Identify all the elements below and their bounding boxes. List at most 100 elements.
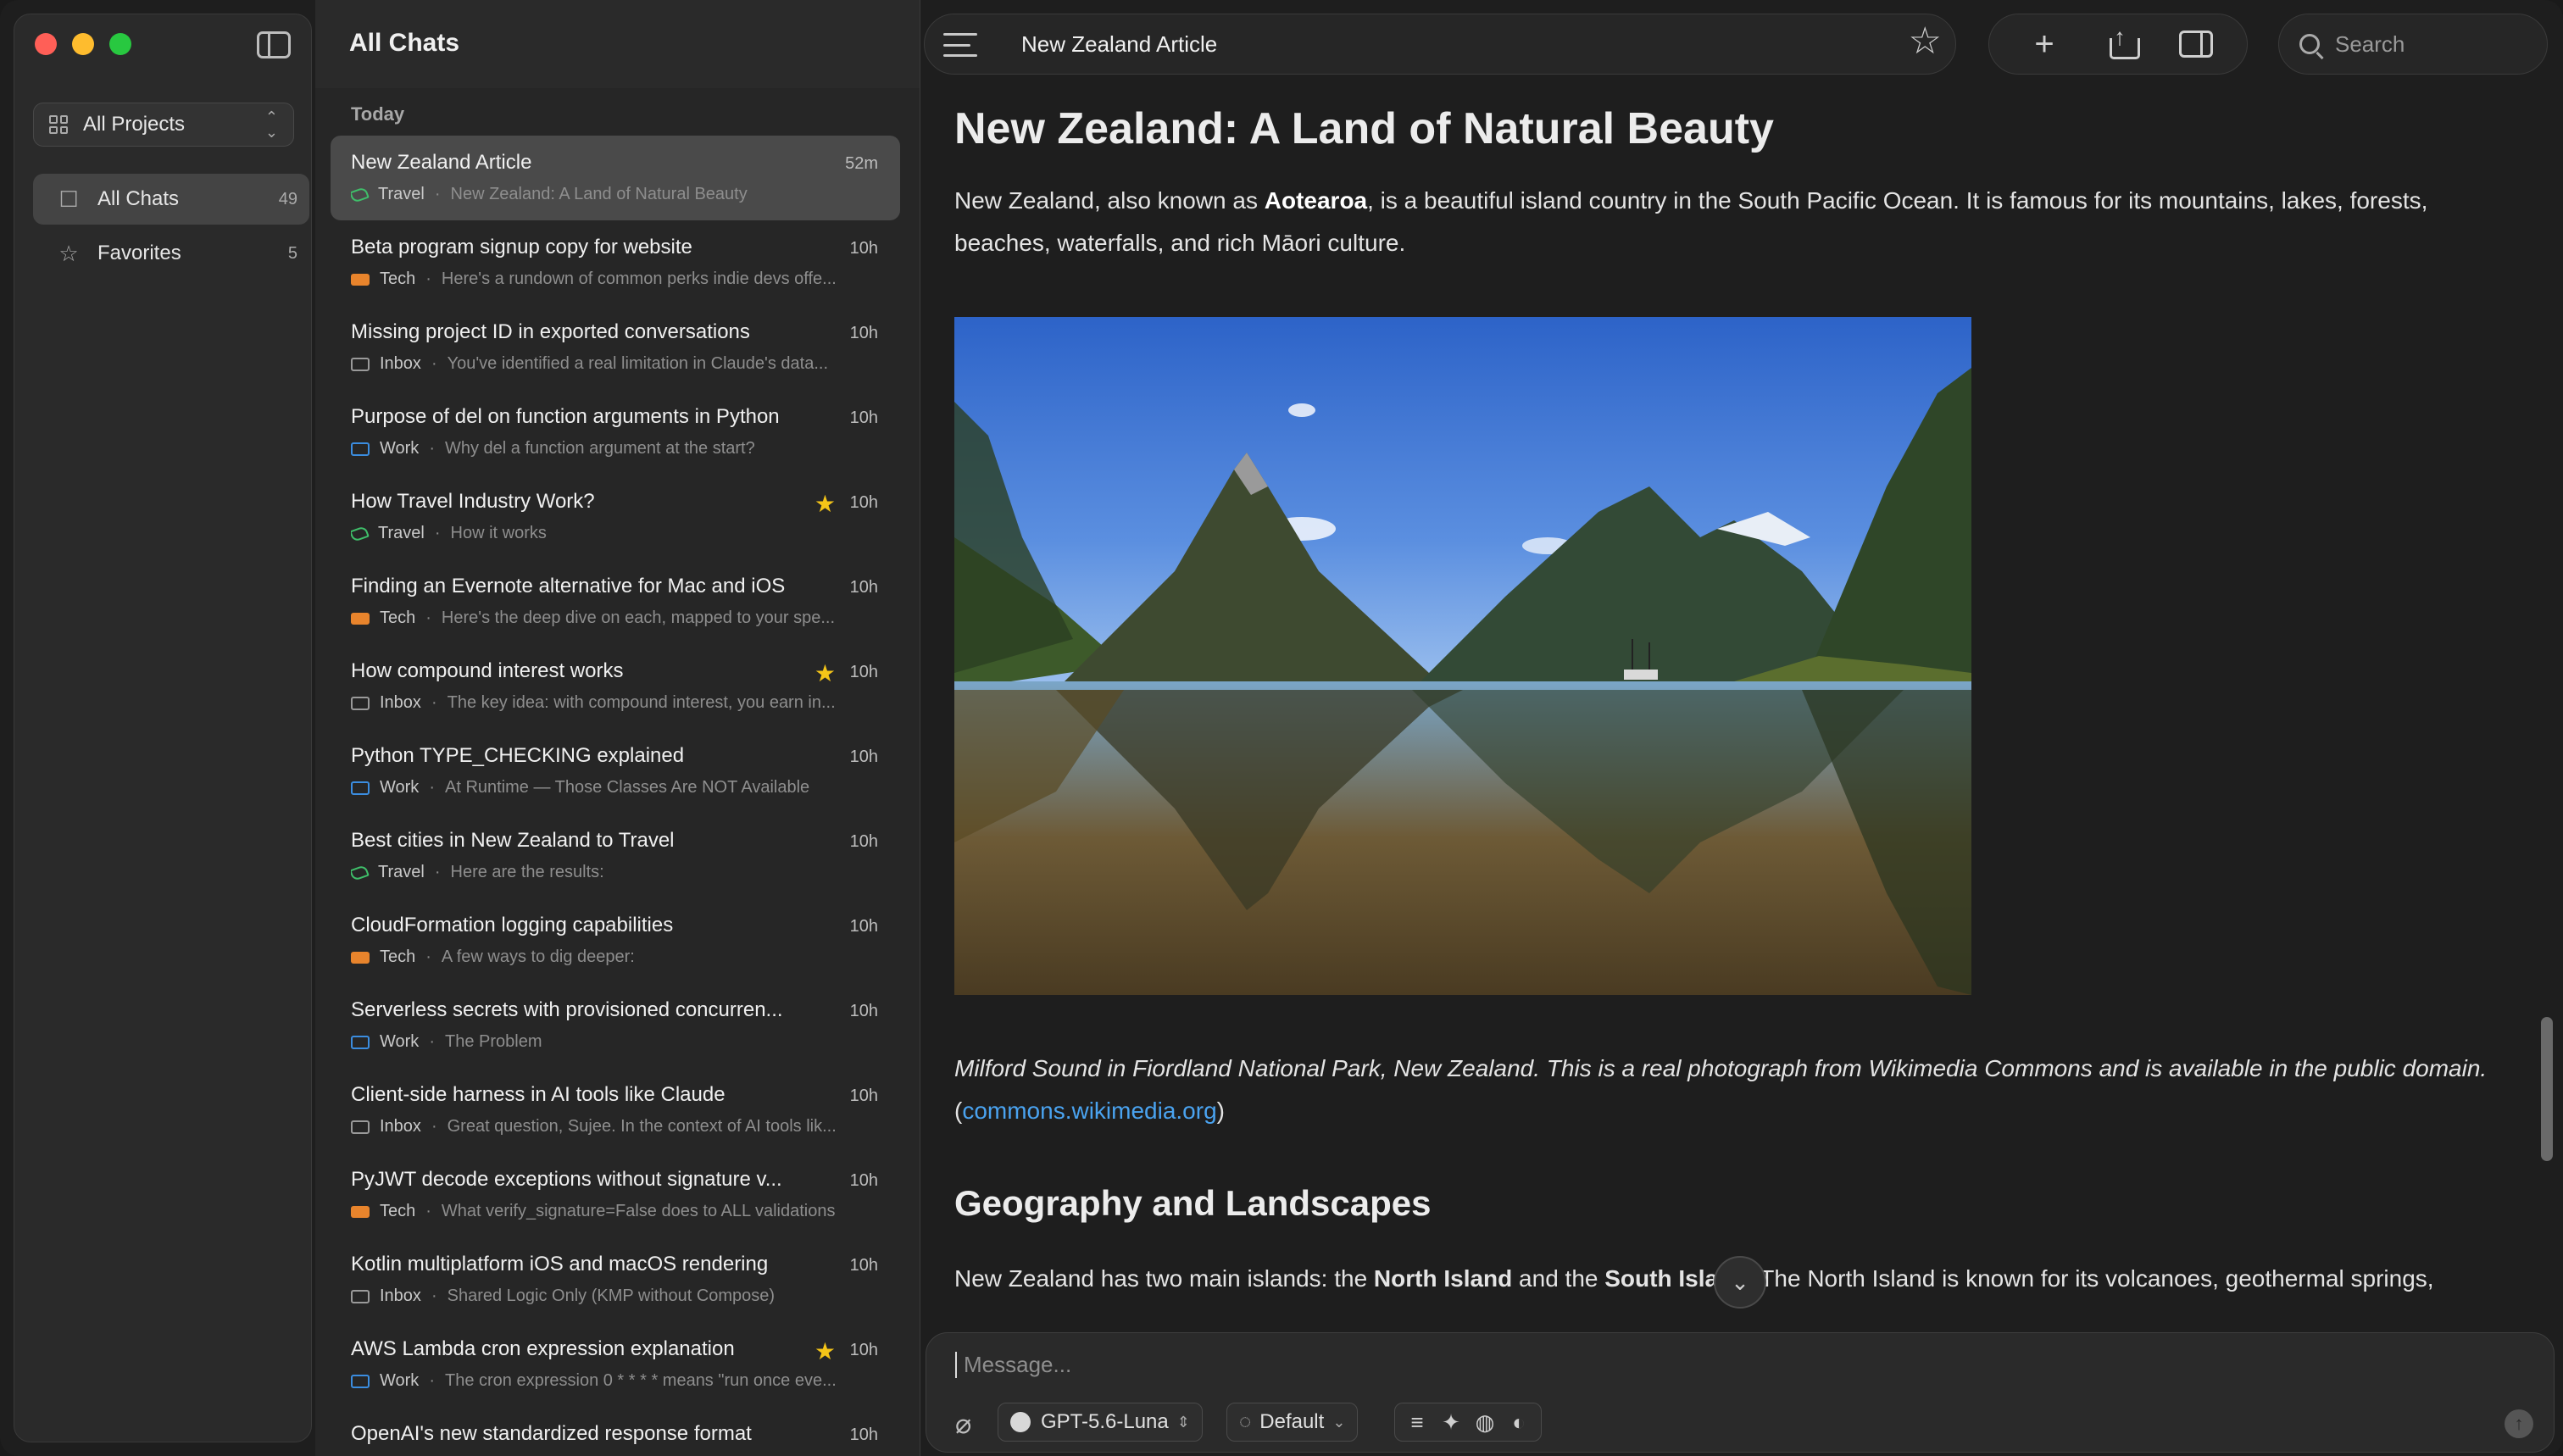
chat-title: How Travel Industry Work? xyxy=(351,490,595,513)
minimize-window-button[interactable] xyxy=(72,33,94,55)
sidebar-item-count: 49 xyxy=(278,189,297,208)
close-window-button[interactable] xyxy=(35,33,57,55)
chat-category: Work xyxy=(380,439,420,458)
chat-preview: How it works xyxy=(450,524,547,542)
chat-meta: Inbox · Great question, Sujee. In the cont… xyxy=(351,1117,878,1136)
sidebar-item-favorites[interactable]: ☆ Favorites 5 xyxy=(33,228,309,279)
chat-preview: Great question, Sujee. In the context of… xyxy=(447,1117,837,1136)
travel-category-icon xyxy=(351,525,370,542)
attachment-icon[interactable]: ⌀ xyxy=(955,1408,971,1440)
section-heading-geography: Geography and Landscapes xyxy=(954,1183,1432,1223)
chat-title: Client-side harness in AI tools like Cla… xyxy=(351,1083,726,1106)
search-icon xyxy=(2299,34,2320,54)
source-link[interactable]: commons.wikimedia.org xyxy=(962,1098,1216,1124)
chat-time: 10h xyxy=(849,663,878,681)
chat-list-item[interactable]: Finding an Evernote alternative for Mac … xyxy=(331,559,900,644)
chat-time: 10h xyxy=(849,239,878,258)
preset-selector[interactable]: ◌ Default ⌄ xyxy=(1226,1403,1359,1442)
sidebar-item-count: 5 xyxy=(287,243,297,263)
chat-list-item[interactable]: Serverless secrets with provisioned conc… xyxy=(331,983,900,1068)
chat-category: Work xyxy=(380,778,420,797)
favorite-star-icon[interactable]: ★ xyxy=(814,1337,836,1365)
chat-preview: The key idea: with compound interest, yo… xyxy=(447,693,836,712)
sphere-icon[interactable]: ◐ xyxy=(1502,1409,1536,1436)
chat-preview: What verify_signature=False does to ALL … xyxy=(441,1202,836,1220)
side-panel-icon[interactable] xyxy=(2179,31,2213,58)
conversation-title: New Zealand Article xyxy=(1021,31,1218,57)
chat-category: Inbox xyxy=(380,693,421,712)
sidebar-item-all-chats[interactable]: ☐ All Chats 49 xyxy=(33,174,309,225)
chat-preview: New Zealand: A Land of Natural Beauty xyxy=(450,185,748,203)
chevron-up-down-icon: ⇕ xyxy=(1176,1413,1190,1431)
chat-preview: The cron expression 0 * * * * means "run… xyxy=(444,1371,837,1390)
chat-category: Travel xyxy=(378,524,425,542)
chat-list-item[interactable]: Beta program signup copy for website 10h T… xyxy=(331,220,900,305)
chat-time: 10h xyxy=(849,1171,878,1190)
chat-time: 10h xyxy=(849,578,878,597)
separator-dot: · xyxy=(429,778,435,797)
chat-time: 10h xyxy=(849,832,878,851)
chat-list-title: All Chats xyxy=(315,0,920,88)
chat-meta: Travel · Here are the results: xyxy=(351,863,878,882)
zoom-window-button[interactable] xyxy=(109,33,131,55)
scroll-to-bottom-button[interactable]: ⌄ xyxy=(1714,1256,1766,1309)
chat-category: Work xyxy=(380,1032,420,1051)
app-window: All Projects ⌃ ⌄ ☐ All Chats 49 ☆ Favorit… xyxy=(0,0,2563,1456)
message-input[interactable]: Message... xyxy=(955,1352,1071,1378)
scrollbar-thumb[interactable] xyxy=(2541,1017,2553,1161)
chat-list-item[interactable]: Best cities in New Zealand to Travel 10h T… xyxy=(331,814,900,898)
chat-category: Tech xyxy=(380,270,416,288)
model-selector[interactable]: GPT-5.6-Luna ⇕ xyxy=(998,1403,1203,1442)
chat-category: Inbox xyxy=(380,1117,421,1136)
sidebar: All Projects ⌃ ⌄ ☐ All Chats 49 ☆ Favorit… xyxy=(14,14,312,1442)
chat-category: Work xyxy=(380,1371,420,1390)
separator-dot: · xyxy=(429,439,435,458)
chat-title: How compound interest works xyxy=(351,659,624,682)
search-placeholder[interactable]: Search xyxy=(2335,31,2405,58)
chat-time: 10h xyxy=(849,1425,878,1444)
tech-category-icon xyxy=(351,612,370,625)
chat-list-item[interactable]: OpenAI's new standardized response forma… xyxy=(331,1407,900,1456)
chat-list-item[interactable]: Client-side harness in AI tools like Cla… xyxy=(331,1068,900,1153)
favorite-star-icon[interactable]: ☆ xyxy=(1909,23,1942,60)
tech-category-icon xyxy=(351,273,370,286)
chat-list-item[interactable]: Kotlin multiplatform iOS and macOS rende… xyxy=(331,1237,900,1322)
sliders-icon[interactable]: ≡ xyxy=(1400,1409,1434,1436)
chat-title: Serverless secrets with provisioned conc… xyxy=(351,998,783,1021)
chat-time: 10h xyxy=(849,747,878,766)
search-field[interactable]: Search xyxy=(2278,14,2548,75)
chat-list-item[interactable]: Missing project ID in exported conversat… xyxy=(331,305,900,390)
separator-dot: · xyxy=(431,1287,437,1305)
chat-list-item[interactable]: Python TYPE_CHECKING explained 10h Work · At… xyxy=(331,729,900,814)
new-chat-icon[interactable]: + xyxy=(2023,27,2065,61)
chat-category: Inbox xyxy=(380,1287,421,1305)
chat-list-item[interactable]: PyJWT decode exceptions without signatur… xyxy=(331,1153,900,1237)
chat-title: Purpose of del on function arguments in … xyxy=(351,405,780,428)
inbox-category-icon xyxy=(351,1289,370,1303)
chat-time: 10h xyxy=(849,1086,878,1105)
magic-wand-icon[interactable]: ✦ xyxy=(1434,1409,1468,1436)
chat-list-item[interactable]: AWS Lambda cron expression explanation 10… xyxy=(331,1322,900,1407)
chat-list-item[interactable]: CloudFormation logging capabilities 10h Te… xyxy=(331,898,900,983)
chat-time: 10h xyxy=(849,408,878,427)
chat-category: Travel xyxy=(378,185,425,203)
chat-list-item[interactable]: How compound interest works 10h ★ Inbox · The… xyxy=(331,644,900,729)
work-category-icon xyxy=(351,1374,370,1388)
photo-caption: Milford Sound in Fiordland National Park… xyxy=(954,1055,2488,1124)
favorite-star-icon[interactable]: ★ xyxy=(814,659,836,687)
separator-dot: · xyxy=(434,863,441,881)
share-icon[interactable] xyxy=(2110,24,2140,59)
sidebar-toggle-icon[interactable] xyxy=(257,31,291,58)
chat-preview: At Runtime — Those Classes Are NOT Avail… xyxy=(444,778,810,797)
chat-list-item[interactable]: How Travel Industry Work? 10h ★ Travel · How … xyxy=(331,475,900,559)
project-selector[interactable]: All Projects ⌃ ⌄ xyxy=(33,103,294,147)
chat-list-item[interactable]: New Zealand Article 52m Travel · New Zealand… xyxy=(331,136,900,220)
chat-category: Inbox xyxy=(380,354,421,373)
send-button[interactable]: ↑ xyxy=(2505,1409,2533,1438)
favorite-star-icon[interactable]: ★ xyxy=(814,490,836,518)
chat-category: Tech xyxy=(380,609,416,627)
chat-list-item[interactable]: Purpose of del on function arguments in … xyxy=(331,390,900,475)
outline-menu-icon[interactable] xyxy=(943,33,977,57)
globe-icon[interactable]: ◍ xyxy=(1468,1409,1502,1436)
work-category-icon xyxy=(351,781,370,795)
